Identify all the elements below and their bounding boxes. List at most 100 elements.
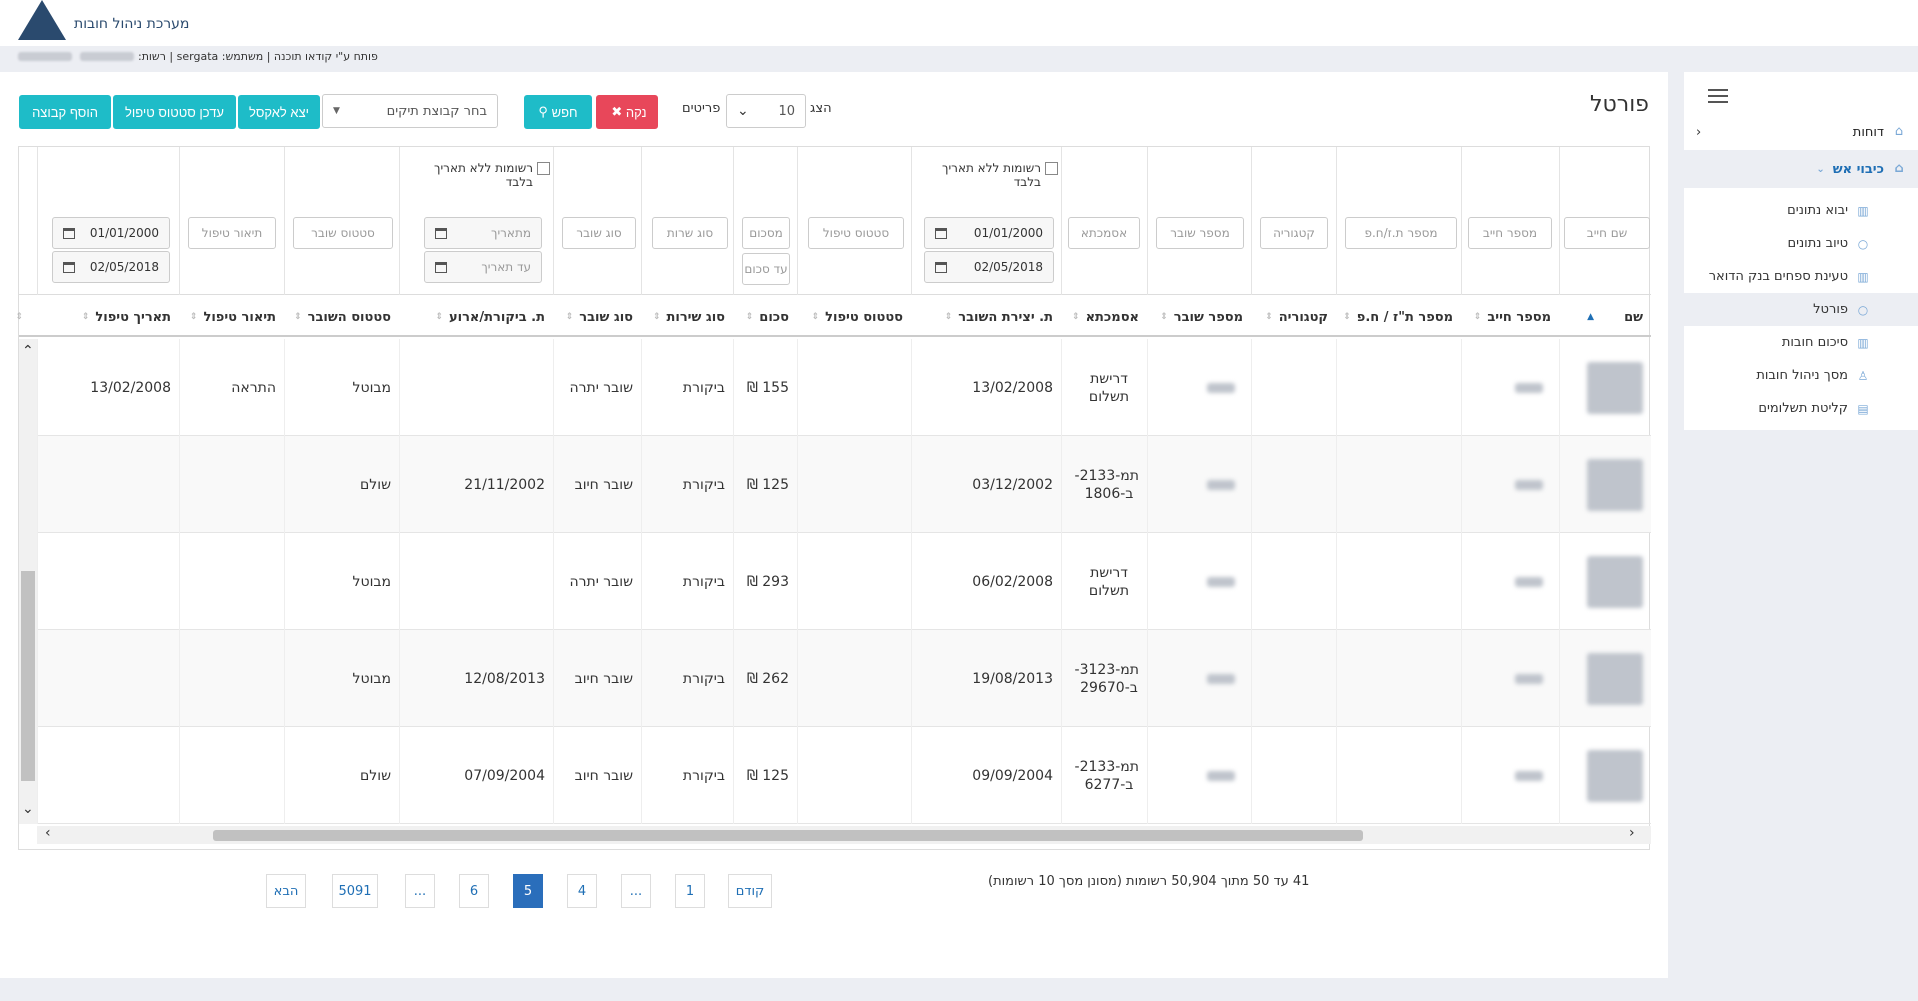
col-header-vtype[interactable]: סוג שובר ⇕	[553, 297, 641, 337]
no-date-checkbox-created[interactable]: רשומות ללא תאריך בלבד	[918, 161, 1058, 189]
col-header-name[interactable]: שם ▲	[1559, 297, 1651, 337]
filter-amount-from[interactable]: מסכום	[742, 217, 790, 249]
export-excel-button[interactable]: יצא לאקסל	[238, 95, 320, 129]
filter-service-input[interactable]: סוג שרות	[652, 217, 728, 249]
filter-visit-to[interactable]: עד תאריך	[424, 251, 542, 283]
filter-debtor-input[interactable]: מספר חייב	[1468, 217, 1552, 249]
add-group-button[interactable]: הוסף קבוצה	[19, 95, 111, 129]
cell-value: תמ-2133-ב-1806	[1074, 467, 1139, 502]
page-button[interactable]: 5	[513, 874, 543, 908]
table-row[interactable]: דרישת תשלום 06/02/2008 293 ₪ ביקורת שובר יתר…	[19, 533, 1651, 630]
sidebar-item-debt-screen[interactable]: ♙ מסך ניהול חובות	[1684, 359, 1918, 392]
cell-desc	[179, 436, 284, 533]
checkbox[interactable]	[1045, 162, 1058, 175]
col-header-status[interactable]: סטטוס טיפול ⇕	[797, 297, 911, 337]
filter-category-input[interactable]: קטגוריה	[1260, 217, 1328, 249]
clear-button[interactable]: ✖ נקה	[596, 95, 658, 129]
filter-voucher-input[interactable]: מספר שובר	[1156, 217, 1244, 249]
sidebar-item-postal[interactable]: ▥ טעינת ספחים בנק הדואר	[1684, 260, 1918, 293]
page-ellipsis[interactable]: ...	[621, 874, 651, 908]
next-page-button[interactable]: הבא	[266, 874, 306, 908]
page-size-select[interactable]: ⌄ 10	[726, 94, 806, 128]
page-button[interactable]: 1	[675, 874, 705, 908]
cell-reference: תמ-2133-ב-1806	[1061, 436, 1147, 533]
filter-status-input[interactable]: סטטוס טיפול	[808, 217, 904, 249]
redacted-voucher	[1207, 770, 1235, 781]
table-row[interactable]: תמ-2133-ב-6277 09/09/2004 125 ₪ ביקורת שובר …	[19, 727, 1651, 824]
sidebar-item-payments[interactable]: ▤ קליטת תשלומים	[1684, 392, 1918, 425]
col-header-created[interactable]: ת. יצירת השובר ⇕	[911, 297, 1061, 337]
cell-status	[797, 436, 911, 533]
developer-credit: פותח ע"י קודאו תוכנה	[273, 49, 378, 63]
vertical-scrollbar[interactable]: ⌃ ⌄	[19, 339, 37, 824]
prev-page-button[interactable]: קודם	[728, 874, 772, 908]
col-header-amount[interactable]: סכום ⇕	[733, 297, 797, 337]
page-button[interactable]: 5091	[332, 874, 378, 908]
col-header-id[interactable]: מספר ת"ז / ח.פ ⇕	[1336, 297, 1461, 337]
col-header-label: קטגוריה	[1278, 309, 1328, 325]
sidebar-item-reports[interactable]: ⌂ דוחות ‹	[1684, 116, 1918, 148]
filter-desc-input[interactable]: תיאור טיפול	[188, 217, 276, 249]
update-status-button[interactable]: עדכן סטטוס טיפול	[113, 95, 236, 129]
cell-amount: 155 ₪	[733, 339, 797, 436]
sidebar-section-fire[interactable]: ⌂ כיבוי אש ⌄	[1684, 150, 1918, 188]
sidebar-item-summary[interactable]: ▥ סיכום חובות	[1684, 326, 1918, 359]
sort-icon: ⇕	[1343, 312, 1351, 322]
filter-reference-input[interactable]: אסמכתא	[1068, 217, 1140, 249]
col-header-desc[interactable]: תיאור טיפול ⇕	[179, 297, 284, 337]
page-button[interactable]: 6	[459, 874, 489, 908]
filter-id-input[interactable]: מספר ת.ז/ח.פ	[1345, 217, 1457, 249]
filter-vstatus-input[interactable]: סטטוס שובר	[293, 217, 393, 249]
col-header-voucher[interactable]: מספר שובר ⇕	[1147, 297, 1251, 337]
sidebar-item-import[interactable]: ▥ יבוא נתונים	[1684, 194, 1918, 227]
logo-triangle-icon	[18, 0, 66, 40]
search-button[interactable]: ⚲ חפש	[524, 95, 592, 129]
scroll-up-icon[interactable]: ⌃	[22, 343, 34, 359]
cell-value: 155 ₪	[746, 379, 789, 396]
scroll-left-icon[interactable]: ‹	[45, 825, 51, 841]
sidebar-item-label: פורטל	[1813, 302, 1848, 317]
col-header-category[interactable]: קטגוריה ⇕	[1251, 297, 1336, 337]
col-header-extra[interactable]: ⇕	[15, 297, 37, 337]
col-header-label: ת. ביקורת/ארוע	[448, 309, 545, 325]
sidebar-item-cleanup[interactable]: ○ טיוב נתונים	[1684, 227, 1918, 260]
no-date-checkbox-visit[interactable]: רשומות ללא תאריך בלבד	[416, 161, 550, 189]
filter-visit-from[interactable]: מתאריך	[424, 217, 542, 249]
sidebar-item-portal[interactable]: ○ פורטל	[1684, 293, 1918, 326]
checkbox[interactable]	[537, 162, 550, 175]
filter-created-to[interactable]: 02/05/2018	[924, 251, 1054, 283]
group-select[interactable]: ▼ בחר קבוצת תיקים	[322, 94, 498, 128]
filter-amount-to[interactable]: עד סכום	[742, 253, 790, 285]
col-header-vstatus[interactable]: סטטוס השובר ⇕	[284, 297, 399, 337]
redacted-voucher	[1207, 479, 1235, 490]
col-header-label: סכום	[759, 309, 789, 325]
filter-tdate-from[interactable]: 01/01/2000	[52, 217, 170, 249]
search-button-label: חפש	[551, 104, 578, 120]
scroll-thumb[interactable]	[21, 571, 35, 781]
table-row[interactable]: דרישת תשלום 13/02/2008 155 ₪ ביקורת שובר יתר…	[19, 339, 1651, 436]
filter-created-from[interactable]: 01/01/2000	[924, 217, 1054, 249]
sort-icon: ⇕	[944, 312, 953, 322]
filter-vtype-input[interactable]: סוג שובר	[562, 217, 636, 249]
table-row[interactable]: תמ-2133-ב-1806 03/12/2002 125 ₪ ביקורת שובר …	[19, 436, 1651, 533]
col-header-debtor[interactable]: מספר חייב ⇕	[1461, 297, 1559, 337]
scroll-down-icon[interactable]: ⌄	[22, 801, 34, 817]
table-row[interactable]: תמ-3123-ב-29670 19/08/2013 262 ₪ ביקורת שובר…	[19, 630, 1651, 727]
col-header-reference[interactable]: אסמכתא ⇕	[1061, 297, 1147, 337]
cell-desc	[179, 727, 284, 824]
hamburger-menu-icon[interactable]	[1708, 89, 1728, 107]
scroll-thumb[interactable]	[213, 830, 1363, 841]
horizontal-scrollbar[interactable]: ‹ ›	[37, 825, 1651, 844]
app-logo[interactable]: מערכת ניהול חובות	[18, 0, 189, 40]
col-header-tdate[interactable]: תאריך טיפול ⇕	[37, 297, 179, 337]
cell-value: מבוטל	[352, 379, 391, 396]
filter-name-input[interactable]: שם חייב	[1564, 217, 1650, 249]
col-header-service[interactable]: סוג שירות ⇕	[641, 297, 733, 337]
page-button[interactable]: 4	[567, 874, 597, 908]
doc-icon: ▤	[1857, 401, 1869, 416]
scroll-right-icon[interactable]: ›	[1629, 825, 1635, 841]
col-header-visit[interactable]: ת. ביקורת/ארוע ⇕	[399, 297, 553, 337]
close-icon: ✖	[611, 104, 623, 119]
filter-tdate-to[interactable]: 02/05/2018	[52, 251, 170, 283]
page-ellipsis[interactable]: ...	[405, 874, 435, 908]
